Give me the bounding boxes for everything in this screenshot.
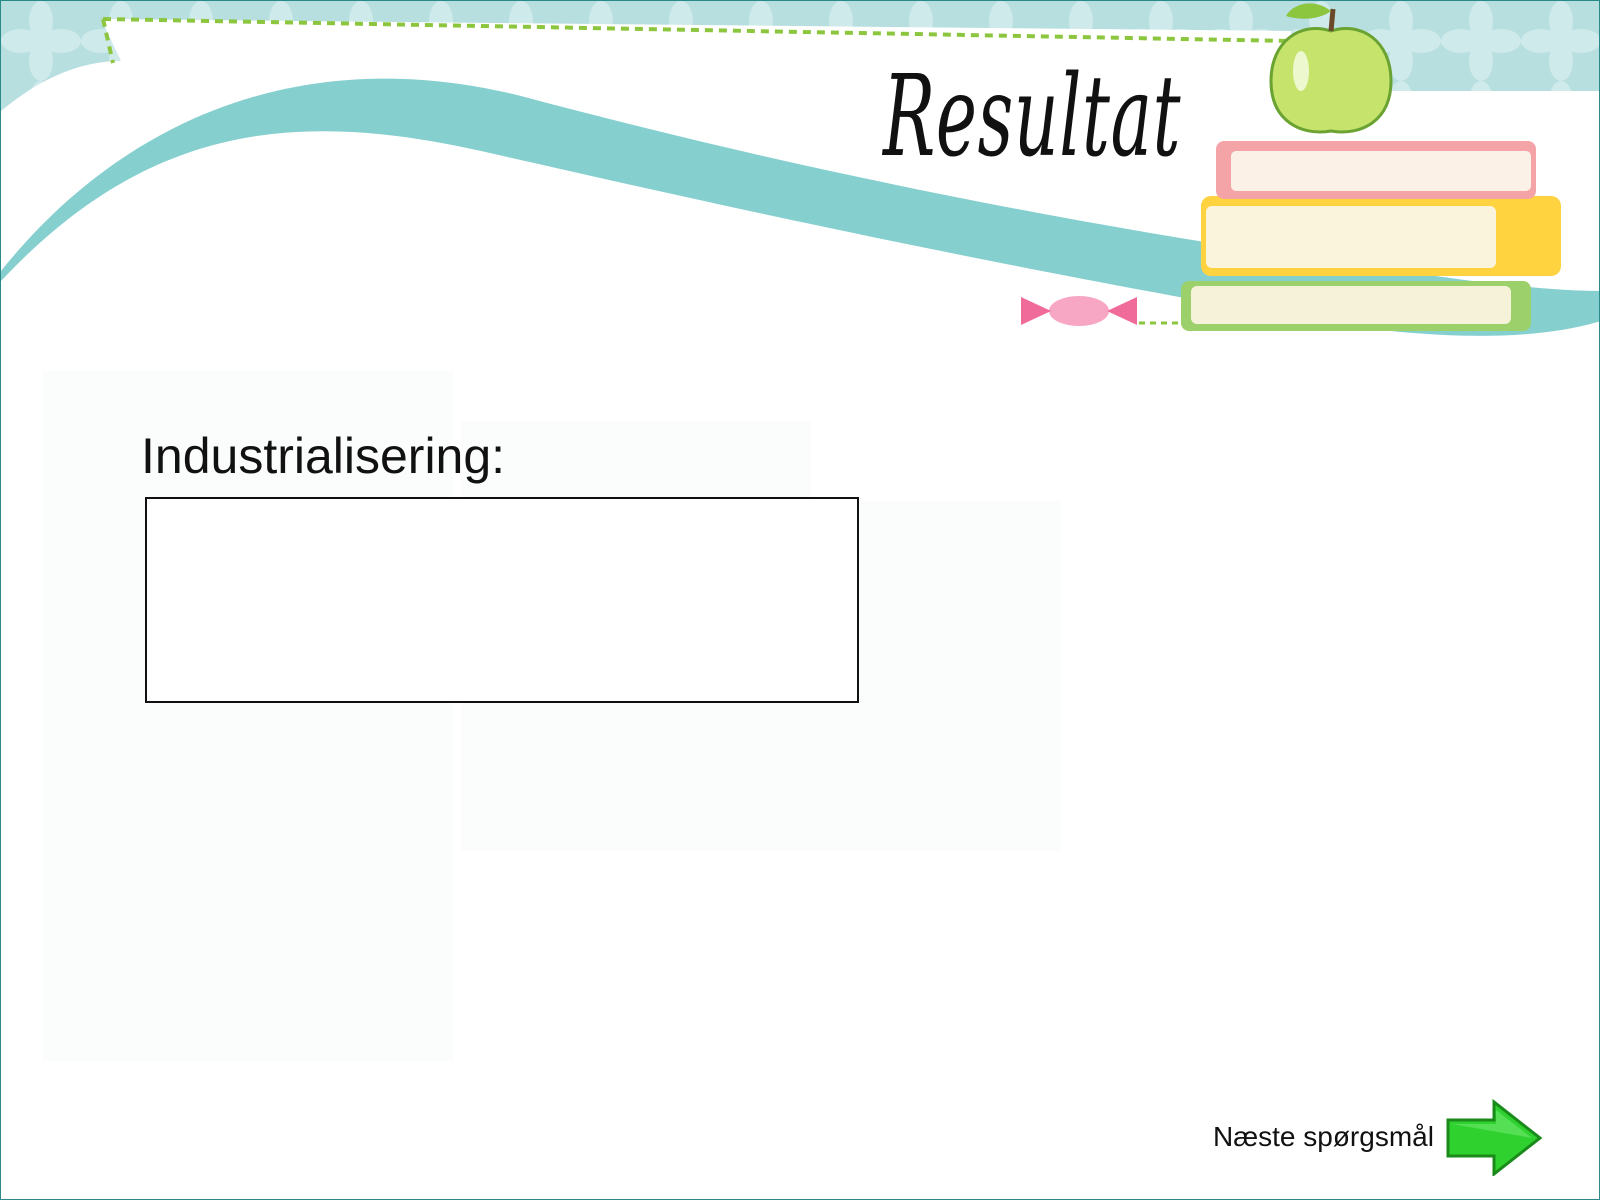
answer-text-field[interactable] [145,497,859,703]
next-question-button[interactable]: Næste spørgsmål [1213,1098,1544,1176]
field-label: Industrialisering: [141,428,506,484]
green-right-arrow-icon[interactable] [1444,1098,1544,1176]
header-decoration [1,1,1599,371]
next-question-label: Næste spørgsmål [1213,1121,1434,1152]
quiz-result-slide: Resultat Industrialisering: Næste spørgs… [0,0,1600,1200]
stacked-books-icon [1181,141,1561,331]
page-title: Resultat [883,52,1182,182]
